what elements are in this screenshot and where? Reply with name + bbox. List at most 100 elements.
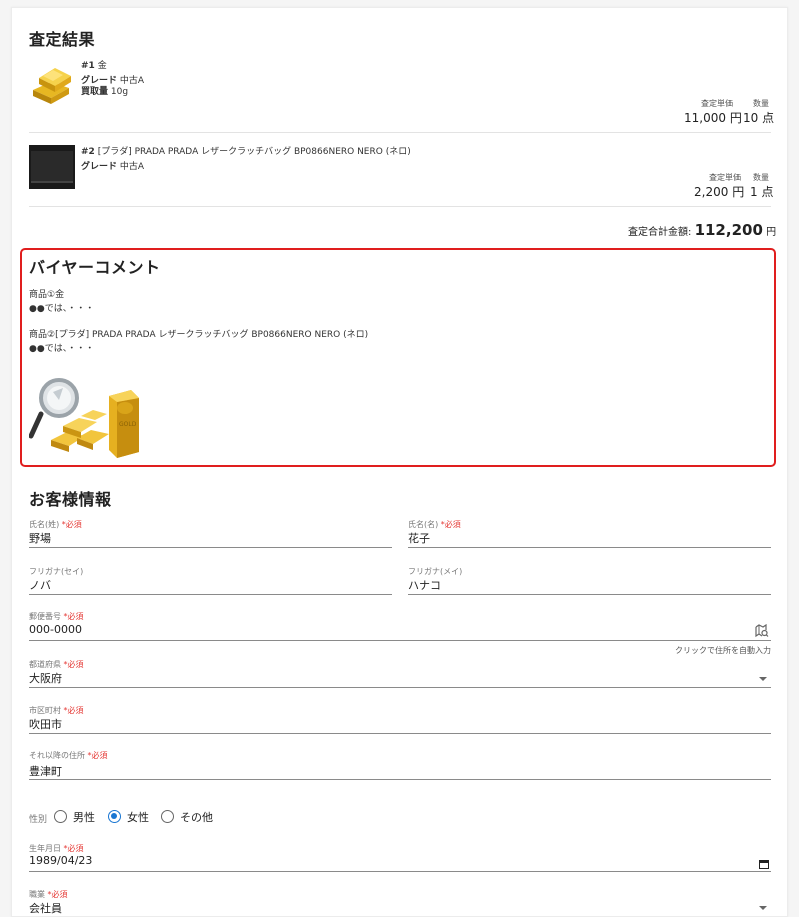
postal-label-text: 郵便番号: [29, 612, 61, 621]
calendar-icon[interactable]: [759, 854, 769, 869]
last-name-label-text: 氏名(姓): [29, 520, 60, 529]
total-yen: 円: [766, 227, 777, 238]
map-search-icon[interactable]: [755, 623, 769, 638]
first-kana-input[interactable]: ハナコ: [408, 577, 771, 593]
required-mark: *必須: [61, 520, 82, 529]
birthday-input[interactable]: 1989/04/23: [29, 854, 729, 867]
item-2-quantity: 1 点: [750, 183, 773, 200]
item-1-quantity: 10 点: [743, 109, 774, 126]
item-2-title: #2 [プラダ] PRADA PRADA レザークラッチバッグ BP0866NE…: [81, 144, 411, 157]
item-2-yen: 円: [732, 185, 745, 199]
required-mark: *必須: [63, 612, 84, 621]
item-2-grade: グレード 中古A: [81, 159, 144, 172]
last-kana-underline: [29, 594, 392, 595]
chevron-down-icon[interactable]: [759, 906, 767, 910]
item-1-qty-label: 数量: [753, 99, 769, 108]
item-2-unit-price: 2,200: [694, 185, 729, 199]
item-1-amount-value: 10g: [110, 87, 129, 97]
gender-radio-other[interactable]: [161, 810, 174, 823]
address-underline: [29, 779, 771, 780]
postal-autofill-hint: クリックで住所を自動入力: [675, 646, 771, 655]
item-divider: [29, 132, 771, 133]
gender-radio-male[interactable]: [54, 810, 67, 823]
postal-input[interactable]: 000-0000: [29, 623, 729, 636]
first-name-label-text: 氏名(名): [408, 520, 439, 529]
last-name-underline: [29, 547, 392, 548]
gender-label: 性別: [29, 815, 48, 825]
item-2-qty: 1: [750, 185, 758, 199]
occupation-label-text: 職業: [29, 890, 45, 899]
assessment-title: 査定結果: [29, 30, 96, 49]
item-2-qty-label: 数量: [753, 173, 769, 182]
item-2-name: [プラダ] PRADA PRADA レザークラッチバッグ BP0866NERO …: [97, 147, 411, 157]
comment-line: 商品①金: [29, 290, 65, 300]
prefecture-label: 都道府県 *必須: [29, 659, 84, 670]
required-mark: *必須: [440, 520, 461, 529]
required-mark: *必須: [87, 751, 108, 760]
last-kana-input[interactable]: ノバ: [29, 577, 392, 593]
last-kana-label: フリガナ(セイ): [29, 567, 84, 576]
address-label: それ以降の住所 *必須: [29, 750, 108, 761]
item-2-price: 2,200 円: [694, 183, 744, 200]
comment-line: ●●では、・・・: [29, 304, 95, 314]
first-name-underline: [408, 547, 771, 548]
postal-label: 郵便番号 *必須: [29, 611, 84, 622]
prefecture-select[interactable]: 大阪府: [29, 670, 771, 686]
address-input[interactable]: 豊津町: [29, 763, 771, 779]
item-1-unit-price: 11,000: [684, 111, 726, 125]
main-card: 査定結果 #1 金 グレード 中古A 買取量 10g 査定単価 数量 11,00…: [11, 7, 788, 917]
gender-option-other[interactable]: その他: [180, 809, 213, 825]
gender-option-female[interactable]: 女性: [127, 809, 149, 825]
item-2-unit-price-label: 査定単価: [709, 173, 741, 182]
item-2-grade-label: グレード: [81, 162, 118, 172]
item-1-qty: 10: [743, 111, 759, 125]
required-mark: *必須: [47, 890, 68, 899]
city-label: 市区町村 *必須: [29, 705, 84, 716]
item-2-qty-unit: 点: [761, 185, 774, 199]
prefecture-underline: [29, 687, 771, 688]
total-label: 査定合計金額:: [628, 227, 692, 238]
required-mark: *必須: [63, 706, 84, 715]
gold-appraisal-image: GOLD: [28, 378, 141, 458]
comment-line: 商品②[プラダ] PRADA PRADA レザークラッチバッグ BP0866NE…: [29, 330, 369, 340]
occupation-label: 職業 *必須: [29, 889, 68, 900]
city-input[interactable]: 吹田市: [29, 716, 771, 732]
first-kana-label: フリガナ(メイ): [408, 567, 463, 576]
comment-line: ●●では、・・・: [29, 344, 95, 354]
total-amount: 112,200: [694, 221, 763, 239]
last-name-label: 氏名(姓) *必須: [29, 519, 82, 530]
required-mark: *必須: [63, 844, 84, 853]
item-2-grade-value: 中古A: [119, 162, 145, 172]
item-1-title: #1 金: [81, 58, 107, 71]
item-divider: [29, 206, 771, 207]
gold-bar-label: GOLD: [119, 421, 137, 428]
first-name-input[interactable]: 花子: [408, 530, 771, 546]
item-2-index: #2: [81, 147, 95, 157]
city-label-text: 市区町村: [29, 706, 61, 715]
last-name-input[interactable]: 野場: [29, 530, 392, 546]
total-row: 査定合計金額: 112,200 円: [628, 221, 776, 239]
gender-option-male[interactable]: 男性: [73, 809, 95, 825]
chevron-down-icon[interactable]: [759, 677, 767, 681]
birthday-underline: [29, 871, 771, 872]
first-name-label: 氏名(名) *必須: [408, 519, 461, 530]
buyer-comment-box: バイヤーコメント 商品①金 ●●では、・・・ 商品②[プラダ] PRADA PR…: [20, 248, 776, 467]
customer-title: お客様情報: [29, 490, 112, 509]
bag-thumbnail[interactable]: [29, 145, 75, 189]
gender-radio-female[interactable]: [108, 810, 121, 823]
birthday-label-text: 生年月日: [29, 844, 61, 853]
item-1-amount: 買取量 10g: [81, 84, 128, 97]
item-1-index: #1: [81, 61, 95, 71]
item-1-unit-price-label: 査定単価: [701, 99, 733, 108]
occupation-select[interactable]: 会社員: [29, 900, 729, 916]
prefecture-label-text: 都道府県: [29, 660, 61, 669]
required-mark: *必須: [63, 660, 84, 669]
first-kana-underline: [408, 594, 771, 595]
item-1-yen: 円: [729, 111, 742, 125]
gold-bar-thumbnail[interactable]: [29, 60, 75, 104]
address-label-text: それ以降の住所: [29, 751, 85, 760]
item-1-amount-label: 買取量: [81, 87, 109, 97]
item-1-name: 金: [97, 61, 107, 71]
city-underline: [29, 733, 771, 734]
item-1-price: 11,000 円: [684, 109, 742, 126]
